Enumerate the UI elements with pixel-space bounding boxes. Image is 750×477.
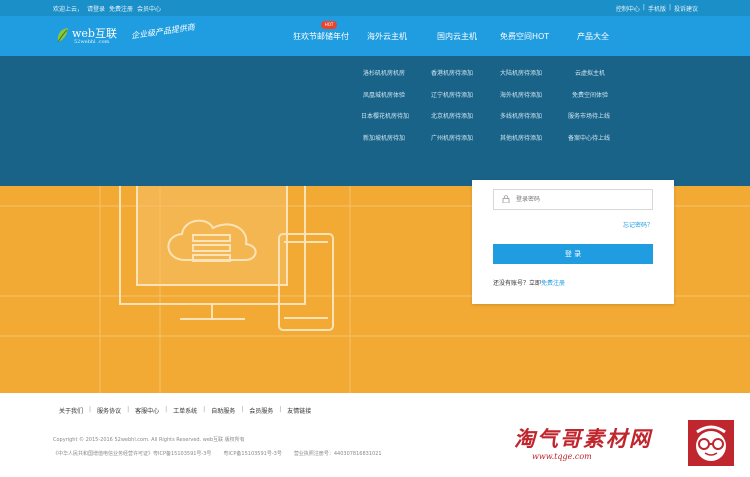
register-prompt-text: 还没有账号？立即 xyxy=(493,280,542,287)
menu-item[interactable]: 广州机房待添加 xyxy=(431,133,473,142)
footer-separator: | xyxy=(203,406,206,413)
lock-icon xyxy=(502,195,510,203)
menu-item[interactable]: 云虚拟主机 xyxy=(575,68,605,77)
welcome-text: 欢迎上云， xyxy=(53,6,84,13)
menu-item[interactable]: 日本樱花机房待加 xyxy=(361,111,409,120)
footer-separator: | xyxy=(279,406,282,413)
free-register-link[interactable]: 免费注册 xyxy=(541,280,565,287)
password-field[interactable] xyxy=(493,189,653,210)
login-button[interactable]: 登 录 xyxy=(493,244,653,264)
footer-separator: | xyxy=(89,406,92,413)
footer-link-support[interactable]: 客服中心 xyxy=(135,406,159,415)
nav-item-all-products[interactable]: 产品大全 xyxy=(577,31,609,42)
page: 欢迎上云， 请登录 免费注册 会员中心 控制中心 | 手机版 | 投诉建议 we… xyxy=(0,0,750,477)
watermark-url: www.tqge.com xyxy=(532,452,592,461)
menu-item[interactable]: 备案中心待上线 xyxy=(568,133,610,142)
forgot-password-link[interactable]: 忘记密码？ xyxy=(623,220,653,229)
menu-item[interactable]: 凤凰城机房体验 xyxy=(363,90,405,99)
nav-item-domestic-cloud[interactable]: 国内云主机 xyxy=(437,31,477,42)
icp-info: 《中华人民共和国增值电信业务经营许可证》粤ICP备15103591号-3号 粤I… xyxy=(53,450,382,457)
menu-item[interactable]: 海外机房待添加 xyxy=(500,90,542,99)
mascot-glasses-icon xyxy=(688,420,734,466)
watermark-text: 淘气哥素材网 xyxy=(514,427,652,451)
hot-badge: HOT xyxy=(321,21,337,29)
menu-item[interactable]: 服务市场待上线 xyxy=(568,111,610,120)
nav-item-festival[interactable]: 狂欢节邮储年付 xyxy=(293,31,349,42)
footer-separator: | xyxy=(165,406,168,413)
footer-link-member[interactable]: 会员服务 xyxy=(249,406,273,415)
copyright-text: Copyright © 2015-2016 52webhl.com. All R… xyxy=(53,437,245,443)
topbar-left: 欢迎上云， 请登录 免费注册 会员中心 xyxy=(53,4,161,13)
login-panel: 忘记密码？ 登 录 还没有账号？立即免费注册 xyxy=(472,180,674,304)
footer-link-tickets[interactable]: 工单系统 xyxy=(173,406,197,415)
menu-item[interactable]: 辽宁机房待添加 xyxy=(431,90,473,99)
member-center-link[interactable]: 会员中心 xyxy=(137,4,161,13)
footer-separator: | xyxy=(127,406,130,413)
icp-record: 粤ICP备15103591号-3号 xyxy=(223,451,282,457)
footer-link-self-service[interactable]: 自助服务 xyxy=(211,406,235,415)
menu-item[interactable]: 免费空间体验 xyxy=(572,90,608,99)
top-bar: 欢迎上云， 请登录 免费注册 会员中心 控制中心 | 手机版 | 投诉建议 xyxy=(0,0,750,16)
footer-links: 关于我们 | 服务协议 | 客服中心 | 工单系统 | 自助服务 | 会员服务 | 友情链接 xyxy=(59,406,311,415)
topbar-separator: | xyxy=(642,4,645,11)
menu-item[interactable]: 大陆机房待添加 xyxy=(500,68,542,77)
complaint-link[interactable]: 投诉建议 xyxy=(674,4,698,13)
watermark: 淘气哥素材网 www.tqge.com xyxy=(514,419,740,469)
login-link[interactable]: 请登录 xyxy=(87,4,105,13)
menu-item[interactable]: 北京机房待添加 xyxy=(431,111,473,120)
menu-item[interactable]: 其他机房待添加 xyxy=(500,133,542,142)
mobile-link[interactable]: 手机版 xyxy=(648,4,666,13)
nav-item-free-space[interactable]: 免费空间HOT xyxy=(500,31,549,42)
footer-separator: | xyxy=(241,406,244,413)
footer-link-about[interactable]: 关于我们 xyxy=(59,406,83,415)
menu-item[interactable]: 洛杉矶机房机房 xyxy=(363,68,405,77)
register-link[interactable]: 免费注册 xyxy=(109,4,133,13)
menu-item[interactable]: 香港机房待添加 xyxy=(431,68,473,77)
footer-link-agreement[interactable]: 服务协议 xyxy=(97,406,121,415)
main-nav: HOT 狂欢节邮储年付 海外云主机 国内云主机 免费空间HOT 产品大全 xyxy=(0,16,750,56)
topbar-right: 控制中心 | 手机版 | 投诉建议 xyxy=(616,4,698,13)
nav-item-overseas-cloud[interactable]: 海外云主机 xyxy=(367,31,407,42)
control-center-link[interactable]: 控制中心 xyxy=(616,4,640,13)
header: web互联 52webhl .com 企业级产品提供商 HOT 狂欢节邮储年付 … xyxy=(0,16,750,56)
products-mega-menu: 洛杉矶机房机房 香港机房待添加 大陆机房待添加 云虚拟主机 凤凰城机房体验 辽宁… xyxy=(0,56,750,186)
password-input[interactable] xyxy=(516,192,646,207)
menu-item[interactable]: 多线机房待添加 xyxy=(500,111,542,120)
menu-item[interactable]: 新加坡机房待加 xyxy=(363,133,405,142)
topbar-separator: | xyxy=(668,4,671,11)
register-prompt: 还没有账号？立即免费注册 xyxy=(493,278,565,287)
business-license: 营业执照注册号：440307816831021 xyxy=(293,451,382,457)
footer-link-friends[interactable]: 友情链接 xyxy=(287,406,311,415)
icp-license: 《中华人民共和国增值电信业务经营许可证》粤ICP备15103591号-3号 xyxy=(53,451,212,457)
